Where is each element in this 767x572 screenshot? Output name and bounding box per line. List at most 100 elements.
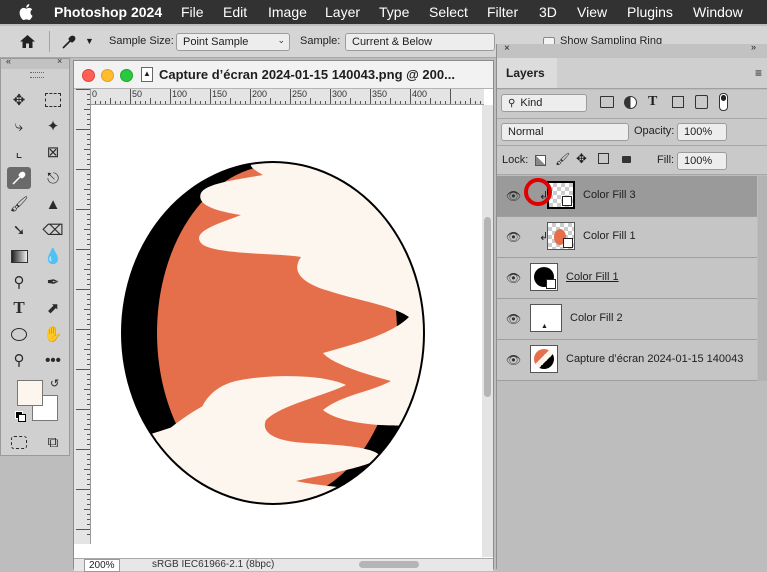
layer-thumbnail[interactable] [530,345,558,373]
pixel-filter-icon[interactable] [600,96,614,108]
menu-3d[interactable]: 3D [539,4,557,20]
dodge-tool-icon[interactable]: ⚲ [7,271,31,293]
layer-row[interactable]: 👁 ▲ Color Fill 2 [497,299,757,340]
more-tools-icon[interactable]: ••• [41,349,65,371]
panel-menu-icon[interactable]: ≡ [755,66,762,80]
eye-icon[interactable]: 👁 [506,312,521,326]
layer-thumbnail[interactable] [547,222,575,250]
adjustment-filter-icon[interactable] [624,96,637,109]
zoom-level[interactable]: 200% [84,559,120,572]
menu-type[interactable]: Type [379,4,409,20]
screen-mode-icon[interactable]: ⧉ [41,431,65,453]
collapse-icon[interactable]: » [751,42,756,52]
menu-window[interactable]: Window [693,4,743,20]
menu-edit[interactable]: Edit [223,4,247,20]
shape-filter-icon[interactable] [672,96,684,108]
filter-toggle[interactable] [719,93,728,111]
color-profile[interactable]: sRGB IEC61966-2.1 (8bpc) [152,559,274,570]
blend-mode-dropdown[interactable]: Normal [501,123,629,141]
gradient-tool-icon[interactable] [7,245,31,267]
tab-layers[interactable]: Layers [497,58,557,88]
vertical-scrollbar[interactable] [482,105,493,557]
blur-tool-icon[interactable]: 💧 [41,245,65,267]
menu-view[interactable]: View [577,4,607,20]
menu-file[interactable]: File [181,4,204,20]
menu-select[interactable]: Select [429,4,468,20]
layer-name[interactable]: Color Fill 3 [583,189,636,201]
close-icon[interactable]: × [57,56,62,66]
layer-thumbnail[interactable] [530,263,558,291]
filter-kind-dropdown[interactable]: ⚲ Kind [501,94,587,112]
zoom-window-button[interactable] [120,69,133,82]
default-colors-icon[interactable] [15,411,26,422]
eyedropper-tool-icon[interactable] [7,167,31,189]
brush-tool-icon[interactable]: 🖌 [7,193,31,215]
layer-name[interactable]: Color Fill 1 [566,271,619,283]
chevron-down-icon[interactable]: ▼ [85,36,94,46]
clone-stamp-tool-icon[interactable]: ▲ [41,193,65,215]
layer-thumbnail[interactable]: ▲ [530,304,562,332]
fill-field[interactable]: 100% [677,152,727,170]
lasso-tool-icon[interactable]: ⤷ [7,115,31,137]
menu-image[interactable]: Image [268,4,307,20]
vertical-ruler[interactable] [74,89,91,544]
ellipse-tool-icon[interactable] [7,323,31,345]
close-window-button[interactable] [82,69,95,82]
apple-icon[interactable] [19,4,33,20]
smart-object-filter-icon[interactable] [695,95,708,109]
canvas[interactable] [91,105,483,557]
eye-icon[interactable]: 👁 [506,189,521,203]
eye-icon[interactable]: 👁 [506,353,521,367]
frame-tool-icon[interactable]: ⊠ [41,141,65,163]
sample-dropdown[interactable]: Current & Below [345,33,495,51]
layer-name[interactable]: Color Fill 2 [570,312,623,324]
horizontal-scroll-thumb[interactable] [359,561,419,568]
hand-tool-icon[interactable]: ✋ [41,323,65,345]
marquee-tool-icon[interactable] [41,89,65,111]
home-icon[interactable] [19,34,36,49]
sample-size-dropdown[interactable]: Point Sample ⌄ [176,33,290,51]
grip-icon[interactable] [30,72,44,78]
layer-name[interactable]: Color Fill 1 [583,230,636,242]
horizontal-ruler[interactable]: 0 50 100 150 200 250 300 350 400 [90,89,484,105]
eye-icon[interactable]: 👁 [506,230,521,244]
eraser-tool-icon[interactable]: ⌫ [41,219,65,241]
layer-name[interactable]: Capture d’écran 2024-01-15 140043 [566,353,743,365]
close-icon[interactable]: × [504,43,510,54]
magic-wand-tool-icon[interactable]: ✦ [41,115,65,137]
lock-transparency-icon[interactable] [535,155,546,166]
quick-mask-icon[interactable] [7,431,31,453]
layer-row[interactable]: 👁 ↲ Color Fill 1 [497,217,757,258]
foreground-color-swatch[interactable] [17,380,43,406]
layer-row[interactable]: 👁 Capture d’écran 2024-01-15 140043 [497,340,757,381]
tools-panel-header[interactable]: « × [1,56,69,69]
crop-tool-icon[interactable]: ⌞ [7,141,31,163]
document-title-bar[interactable]: ▲ Capture d’écran 2024-01-15 140043.png … [74,61,493,89]
lock-artboard-icon[interactable] [598,153,609,164]
opacity-field[interactable]: 100% [677,123,727,141]
history-brush-tool-icon[interactable]: ➘ [7,219,31,241]
lock-paint-icon[interactable]: 🖌 [555,152,570,166]
type-filter-icon[interactable]: T [648,94,657,110]
menu-app-name[interactable]: Photoshop 2024 [54,4,162,20]
eyedropper-tool-preset-icon[interactable] [60,33,78,51]
layer-row[interactable]: 👁 Color Fill 1 [497,258,757,299]
layers-scrollbar[interactable] [758,176,767,381]
menu-filter[interactable]: Filter [487,4,518,20]
lock-position-icon[interactable]: ✥ [576,151,587,167]
lock-all-icon[interactable] [622,156,631,163]
minimize-window-button[interactable] [101,69,114,82]
path-selection-tool-icon[interactable]: ⬈ [41,297,65,319]
menu-plugins[interactable]: Plugins [627,4,673,20]
type-tool-icon[interactable]: T [7,297,31,319]
vertical-scroll-thumb[interactable] [484,217,491,397]
healing-brush-tool-icon[interactable]: ⎋ [41,167,65,189]
move-tool-icon[interactable]: ✥ [7,89,31,111]
collapse-icon[interactable]: « [6,56,11,66]
zoom-tool-icon[interactable]: ⚲ [7,349,31,371]
menu-layer[interactable]: Layer [325,4,360,20]
pen-tool-icon[interactable]: ✒ [41,271,65,293]
eye-icon[interactable]: 👁 [506,271,521,285]
layers-panel-header[interactable]: × » [497,42,767,58]
swap-colors-icon[interactable]: ↺ [50,377,59,390]
